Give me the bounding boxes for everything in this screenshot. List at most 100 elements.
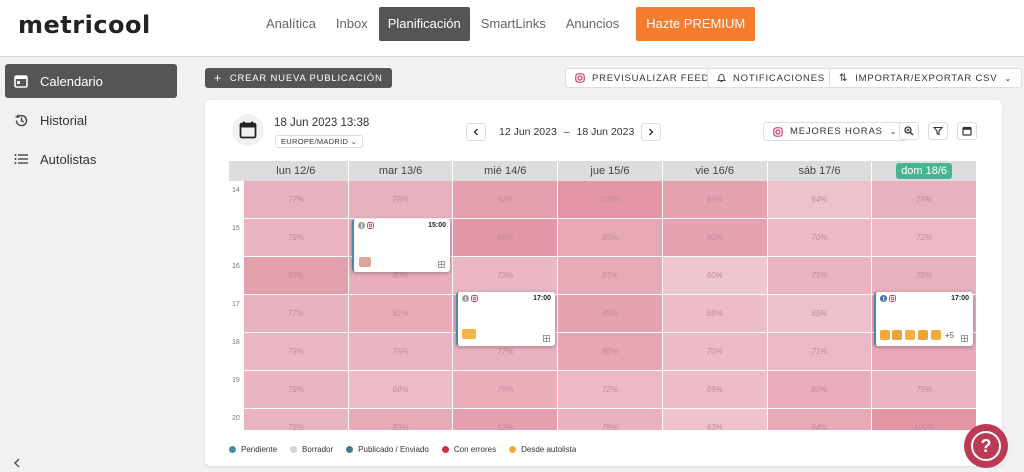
time-slot[interactable]: 75% <box>872 371 977 410</box>
calendar-icon[interactable] <box>232 114 264 146</box>
day-header[interactable]: vie 16/6 <box>662 161 767 181</box>
time-slot[interactable]: 100% <box>872 409 977 430</box>
status-dot <box>229 446 236 453</box>
time-slot[interactable]: 83% <box>348 409 454 430</box>
preview-feed-button[interactable]: PREVISUALIZAR FEED <box>565 68 720 88</box>
time-slot[interactable]: 100% <box>558 181 663 220</box>
sidebar-item-historial[interactable]: Historial <box>5 103 177 137</box>
time-slot[interactable]: 92% <box>453 409 559 430</box>
time-slot[interactable]: 68% <box>348 371 454 410</box>
nav-analitica[interactable]: Analítica <box>257 7 325 41</box>
time-slot[interactable]: 98% <box>453 219 559 258</box>
zoom-button[interactable] <box>899 122 919 140</box>
scheduled-post-card[interactable]: 17:00 +5 <box>874 292 973 346</box>
time-slot[interactable]: 85% <box>558 219 663 258</box>
best-hour-percentage: 79% <box>497 385 514 395</box>
best-hour-percentage: 82% <box>392 309 409 319</box>
time-slot[interactable]: 69% <box>662 371 768 410</box>
help-button[interactable]: ? <box>964 424 1008 468</box>
best-hour-percentage: 93% <box>287 271 304 281</box>
time-slot[interactable]: 82% <box>348 295 454 334</box>
time-slot[interactable]: 65% <box>767 295 873 334</box>
time-slot[interactable]: 76% <box>244 409 349 430</box>
time-slot[interactable]: 80% <box>767 371 873 410</box>
current-datetime: 18 Jun 2023 13:38 <box>274 117 370 129</box>
post-thumbnail <box>905 330 915 340</box>
time-slot[interactable]: 72% <box>872 219 977 258</box>
list-icon <box>13 151 29 167</box>
calendar-view-button[interactable] <box>957 122 977 140</box>
hour-label: 19 <box>232 377 240 385</box>
time-slot[interactable]: 75% <box>244 371 349 410</box>
time-slot[interactable]: 84% <box>767 409 873 430</box>
time-slot[interactable]: 89% <box>558 295 663 334</box>
time-slot[interactable]: 73% <box>244 333 349 372</box>
best-hour-percentage: 78% <box>916 195 933 205</box>
best-hour-percentage: 60% <box>706 271 723 281</box>
scheduled-post-card[interactable]: 15:00 <box>352 219 450 272</box>
time-slot[interactable]: 64% <box>767 181 873 220</box>
hour-label: 15 <box>232 225 240 233</box>
time-slot[interactable]: 73% <box>453 257 559 296</box>
filter-button[interactable] <box>928 122 948 140</box>
time-slot[interactable]: 78% <box>558 409 663 430</box>
time-slot[interactable]: 75% <box>244 219 349 258</box>
day-header[interactable]: mar 13/6 <box>348 161 453 181</box>
import-export-button[interactable]: ⇅ IMPORTAR/EXPORTAR CSV ⌄ <box>829 68 1022 88</box>
time-slot[interactable]: 89% <box>662 181 768 220</box>
time-slot[interactable]: 77% <box>244 295 349 334</box>
time-slot[interactable]: 70% <box>662 333 768 372</box>
sidebar-item-label: Autolistas <box>40 151 97 167</box>
time-slot[interactable]: 70% <box>767 219 873 258</box>
time-slot[interactable]: 79% <box>453 371 559 410</box>
time-slot[interactable]: 93% <box>244 257 349 296</box>
day-header[interactable]: jue 15/6 <box>558 161 662 181</box>
day-header[interactable]: dom 18/6 <box>872 161 976 181</box>
time-slot[interactable]: 78% <box>348 181 454 220</box>
chevron-down-icon: ⌄ <box>1004 73 1012 83</box>
day-header[interactable]: lun 12/6 <box>244 161 348 181</box>
best-hour-percentage: 80% <box>811 385 828 395</box>
best-hour-percentage: 64% <box>811 195 828 205</box>
time-slot[interactable]: 78% <box>872 257 977 296</box>
prev-week-button[interactable] <box>466 123 486 141</box>
nav-inbox[interactable]: Inbox <box>327 7 377 41</box>
time-slot[interactable]: 92% <box>453 181 559 220</box>
next-week-button[interactable] <box>641 123 661 141</box>
time-slot[interactable]: 71% <box>767 333 873 372</box>
sidebar-item-calendario[interactable]: Calendario <box>5 64 177 98</box>
day-header[interactable]: mié 14/6 <box>453 161 558 181</box>
time-slot[interactable]: 83% <box>558 257 663 296</box>
logo[interactable]: metricool <box>18 11 151 39</box>
chevron-left-icon[interactable] <box>13 456 21 471</box>
time-slot[interactable]: 86% <box>558 333 663 372</box>
time-slot[interactable]: 69% <box>662 295 768 334</box>
nav-planificacion[interactable]: Planificación <box>378 7 470 41</box>
timezone-select[interactable]: EUROPE/MADRID ⌄ <box>275 135 364 148</box>
create-post-button[interactable]: + CREAR NUEVA PUBLICACIÓN <box>205 68 392 88</box>
time-slot[interactable]: 60% <box>662 257 768 296</box>
status-dot <box>441 446 449 453</box>
time-slot[interactable]: 75% <box>348 333 454 372</box>
hour-label: 16 <box>232 263 240 271</box>
time-slot[interactable]: 63% <box>662 409 768 430</box>
time-slot[interactable]: 75% <box>767 257 873 296</box>
notifications-button[interactable]: NOTIFICACIONES <box>707 68 835 88</box>
legend-publicado: Publicado / Enviado <box>346 445 429 454</box>
nav-smartlinks[interactable]: SmartLinks <box>472 7 555 41</box>
sidebar-item-autolistas[interactable]: Autolistas <box>5 142 177 176</box>
best-hour-percentage: 86% <box>601 347 618 357</box>
time-slot[interactable]: 78% <box>872 181 977 220</box>
best-hour-percentage: 75% <box>287 233 304 243</box>
post-thumbnail <box>359 257 371 267</box>
time-slot[interactable]: 72% <box>558 371 663 410</box>
chevron-left-icon <box>473 128 478 136</box>
time-slot[interactable]: 77% <box>244 181 349 220</box>
premium-button[interactable]: Hazte PREMIUM <box>636 7 756 41</box>
best-hours-button[interactable]: MEJORES HORAS ⌄ <box>763 122 908 141</box>
scheduled-post-card[interactable]: 17:00 <box>456 292 555 346</box>
nav-anuncios[interactable]: Anuncios <box>557 7 628 41</box>
time-slot[interactable]: 90% <box>662 219 768 258</box>
day-header[interactable]: sáb 17/6 <box>767 161 872 181</box>
header-corner <box>229 161 244 181</box>
